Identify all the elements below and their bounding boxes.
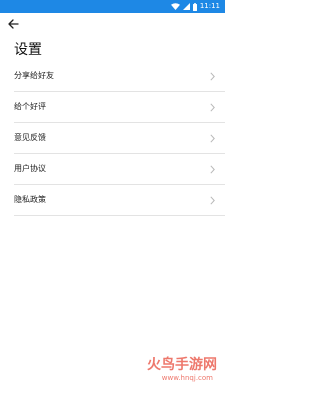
chevron-right-icon <box>209 133 215 143</box>
chevron-right-icon <box>209 102 215 112</box>
watermark-text: 火鸟手游网 <box>147 357 217 373</box>
battery-icon <box>192 2 197 11</box>
menu-item-privacy-policy[interactable]: 隐私政策 <box>14 185 225 216</box>
settings-screen: 11:11 设置 分享给好友 给个好评 意见反馈 用户协议 隐私政策 火鸟手游网… <box>0 0 225 400</box>
signal-icon <box>182 2 190 11</box>
menu-item-label: 隐私政策 <box>14 195 46 204</box>
arrow-left-icon <box>8 19 19 29</box>
menu-item-share[interactable]: 分享给好友 <box>14 61 225 92</box>
chevron-right-icon <box>209 195 215 205</box>
chevron-right-icon <box>209 71 215 81</box>
watermark: 火鸟手游网 www.hnqj.com <box>125 354 217 388</box>
status-time: 11:11 <box>199 2 220 10</box>
status-bar: 11:11 <box>0 0 225 13</box>
watermark-url: www.hnqj.com <box>161 374 213 382</box>
menu-item-label: 用户协议 <box>14 164 46 173</box>
chevron-right-icon <box>209 164 215 174</box>
menu-item-feedback[interactable]: 意见反馈 <box>14 123 225 154</box>
page-title: 设置 <box>14 42 42 58</box>
menu-item-user-agreement[interactable]: 用户协议 <box>14 154 225 185</box>
back-button[interactable] <box>7 18 20 30</box>
menu-item-label: 意见反馈 <box>14 133 46 142</box>
settings-menu: 分享给好友 给个好评 意见反馈 用户协议 隐私政策 <box>14 61 225 216</box>
menu-item-label: 分享给好友 <box>14 71 54 80</box>
menu-item-label: 给个好评 <box>14 102 46 111</box>
menu-item-rate[interactable]: 给个好评 <box>14 92 225 123</box>
wifi-icon <box>170 2 180 11</box>
